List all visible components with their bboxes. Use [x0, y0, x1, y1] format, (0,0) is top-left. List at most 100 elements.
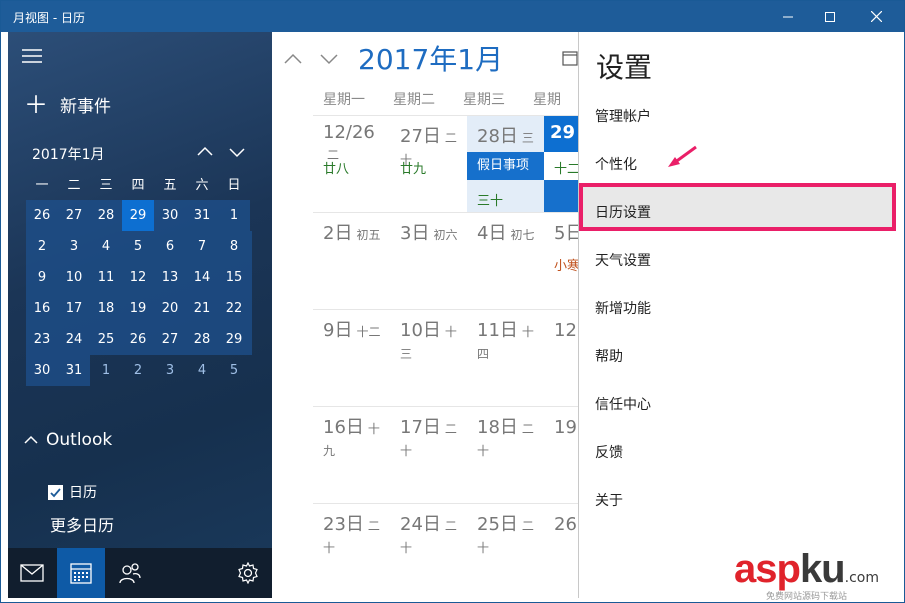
day-cell[interactable]: 9日 十二 — [313, 310, 390, 406]
mini-day[interactable]: 2 — [122, 355, 154, 386]
mini-day[interactable]: 2 — [26, 231, 58, 262]
mini-day[interactable]: 24 — [58, 324, 90, 355]
mini-day[interactable]: 1 — [218, 200, 250, 231]
outlook-group-toggle[interactable]: Outlook — [24, 430, 112, 450]
mini-day[interactable]: 9 — [26, 262, 58, 293]
close-button[interactable] — [853, 1, 899, 32]
mini-day[interactable]: 21 — [186, 293, 218, 324]
mini-day[interactable]: 28 — [186, 324, 218, 355]
chevron-up-icon[interactable] — [197, 144, 213, 160]
mini-day[interactable]: 5 — [122, 231, 154, 262]
maximize-button[interactable] — [807, 1, 853, 32]
settings-item-manage-accounts[interactable]: 管理帐户 — [595, 106, 651, 126]
day-cell[interactable]: 11日 十四 — [467, 310, 544, 406]
new-event-button[interactable]: ＋ 新事件 — [24, 92, 111, 118]
day-date: 26日 — [554, 514, 578, 535]
mini-day[interactable]: 3 — [154, 355, 186, 386]
go-to-today-icon[interactable] — [562, 50, 578, 66]
mini-day[interactable]: 27 — [154, 324, 186, 355]
settings-item-weather-settings[interactable]: 天气设置 — [595, 250, 651, 270]
mini-day[interactable]: 26 — [26, 200, 58, 231]
day-cell-today[interactable]: 29 十二 — [544, 116, 578, 212]
mini-day[interactable]: 25 — [90, 324, 122, 355]
mini-day[interactable]: 28 — [90, 200, 122, 231]
settings-item-whats-new[interactable]: 新增功能 — [595, 298, 651, 318]
mini-day[interactable]: 30 — [26, 355, 58, 386]
settings-item-personalization[interactable]: 个性化 — [595, 154, 637, 174]
chevron-down-icon[interactable] — [229, 144, 245, 160]
mini-day[interactable]: 13 — [154, 262, 186, 293]
people-button[interactable] — [106, 548, 154, 598]
mini-day[interactable]: 14 — [186, 262, 218, 293]
settings-item-calendar-settings[interactable]: 日历设置 — [595, 202, 651, 222]
hamburger-menu-icon[interactable] — [22, 48, 44, 64]
mini-weekday: 五 — [163, 178, 177, 193]
settings-item-help[interactable]: 帮助 — [595, 346, 623, 366]
settings-item-about[interactable]: 关于 — [595, 490, 623, 510]
day-cell[interactable]: 12日 — [544, 310, 578, 406]
calendar-checkbox[interactable]: 日历 — [48, 482, 97, 502]
day-cell[interactable]: 28日三十 假日事项 三十 — [467, 116, 544, 212]
mini-day[interactable]: 7 — [186, 231, 218, 262]
app-switcher-bar — [8, 548, 272, 598]
day-cell[interactable]: 19日 — [544, 407, 578, 503]
day-cell[interactable]: 5日小寒 — [544, 213, 578, 309]
day-cell[interactable]: 17日 二十 — [390, 407, 467, 503]
mini-day[interactable]: 12 — [122, 262, 154, 293]
mini-day[interactable]: 19 — [122, 293, 154, 324]
day-cell[interactable]: 12/26二 廿八 — [313, 116, 390, 212]
day-cell[interactable]: 16日 十九 — [313, 407, 390, 503]
settings-item-feedback[interactable]: 反馈 — [595, 442, 623, 462]
day-cell[interactable]: 26日 — [544, 504, 578, 598]
mini-day[interactable]: 8 — [218, 231, 250, 262]
more-calendars-link[interactable]: 更多日历 — [50, 512, 114, 536]
mini-day[interactable]: 29 — [218, 324, 250, 355]
month-title[interactable]: 2017年1月 — [358, 38, 503, 78]
mini-day[interactable]: 20 — [154, 293, 186, 324]
settings-item-trust-center[interactable]: 信任中心 — [595, 394, 651, 414]
settings-button[interactable] — [224, 548, 272, 598]
mini-day[interactable]: 23 — [26, 324, 58, 355]
mini-day[interactable]: 17 — [58, 293, 90, 324]
day-cell[interactable]: 18日 二十 — [467, 407, 544, 503]
day-cell[interactable]: 25日 二十 — [467, 504, 544, 598]
minimize-button[interactable] — [765, 1, 811, 32]
previous-month-icon[interactable] — [284, 50, 302, 68]
mini-day[interactable]: 27 — [58, 200, 90, 231]
mini-calendar-title[interactable]: 2017年1月 — [32, 144, 105, 164]
month-view: 2017年1月 星期一 星期二 星期三 星期 12/26二 廿八 27日 二十 廿… — [272, 32, 578, 598]
day-cell[interactable]: 10日 十三 — [390, 310, 467, 406]
mini-day[interactable]: 31 — [186, 200, 218, 231]
mini-day[interactable]: 10 — [58, 262, 90, 293]
mini-day[interactable]: 31 — [58, 355, 90, 386]
mini-day[interactable]: 11 — [90, 262, 122, 293]
mini-day[interactable]: 16 — [26, 293, 58, 324]
day-cell[interactable]: 24日 二十 — [390, 504, 467, 598]
day-cell[interactable]: 23日 二十 — [313, 504, 390, 598]
next-month-icon[interactable] — [320, 50, 338, 68]
mini-day[interactable]: 4 — [90, 231, 122, 262]
mail-button[interactable] — [8, 548, 56, 598]
day-cell[interactable]: 27日 二十 廿九 — [390, 116, 467, 212]
day-cell[interactable]: 4日 初七 — [467, 213, 544, 309]
calendar-button[interactable] — [57, 548, 105, 598]
mini-day[interactable]: 6 — [154, 231, 186, 262]
lunar-date: 初五 — [356, 228, 381, 242]
mini-day[interactable]: 15 — [218, 262, 250, 293]
mini-day[interactable]: 18 — [90, 293, 122, 324]
mini-day[interactable]: 1 — [90, 355, 122, 386]
mini-day-today[interactable]: 29 — [122, 200, 154, 231]
mini-day[interactable]: 22 — [218, 293, 250, 324]
event-block[interactable] — [544, 180, 578, 212]
mini-day[interactable]: 26 — [122, 324, 154, 355]
holiday-event[interactable]: 假日事项 — [467, 152, 544, 180]
mini-day[interactable]: 3 — [58, 231, 90, 262]
mini-day[interactable]: 5 — [218, 355, 250, 386]
lunar-sub: 廿八 — [323, 162, 350, 177]
mini-day[interactable]: 30 — [154, 200, 186, 231]
day-cell[interactable]: 2日 初五 — [313, 213, 390, 309]
gear-icon — [238, 562, 258, 584]
mini-day[interactable]: 4 — [186, 355, 218, 386]
settings-panel: 设置 管理帐户 个性化 日历设置 天气设置 新增功能 帮助 信任中心 反馈 关于 — [578, 32, 904, 598]
day-cell[interactable]: 3日 初六 — [390, 213, 467, 309]
